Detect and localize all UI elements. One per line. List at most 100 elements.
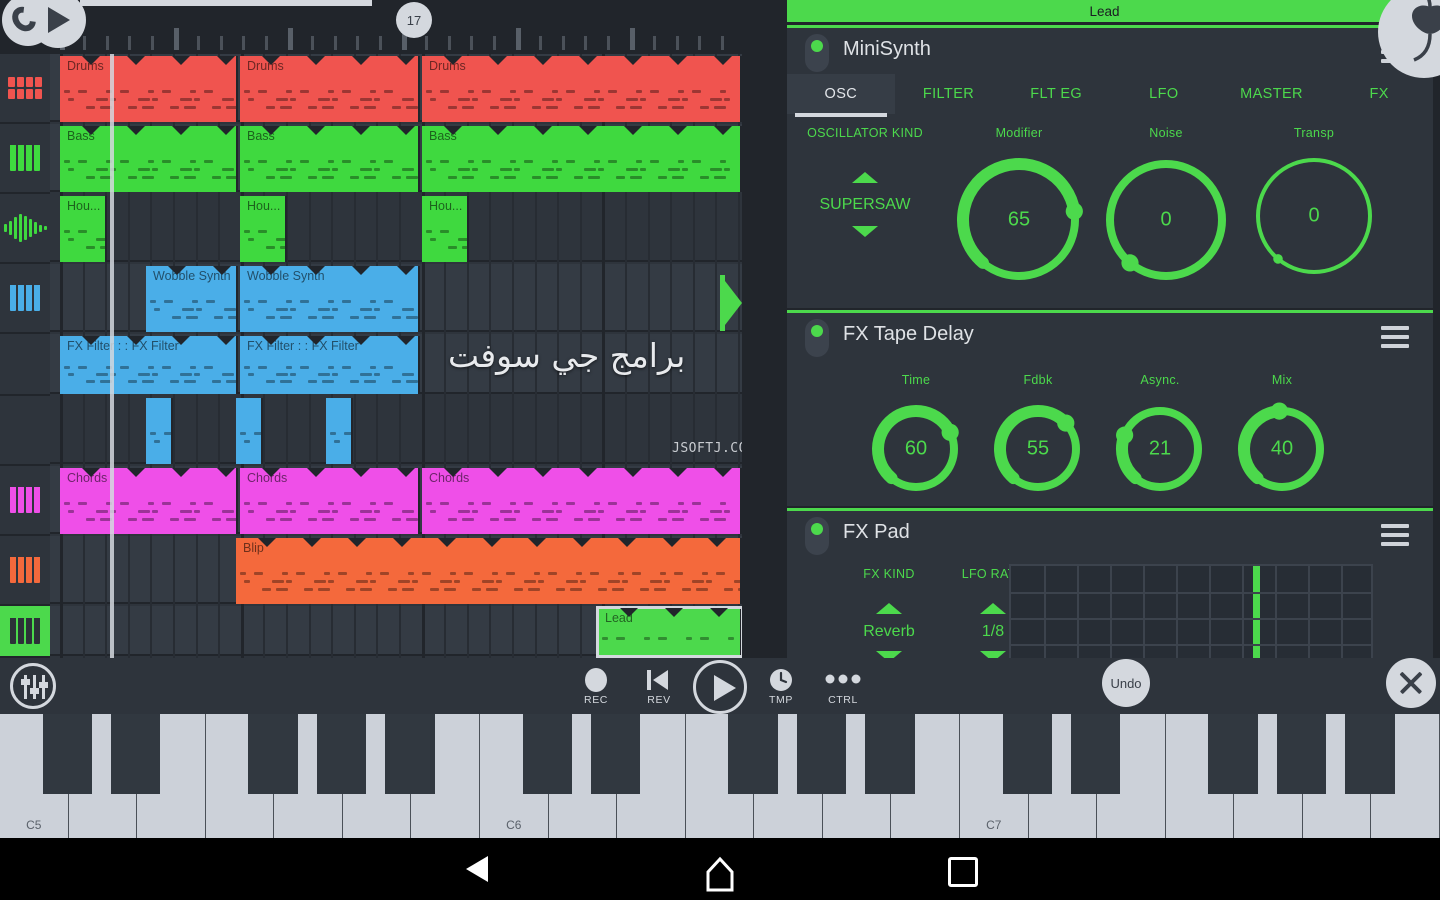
playlist-panel[interactable]: 17 Drums Drums Drums Bass Bass Bass Hou... Hou.… — [0, 0, 742, 658]
track-header[interactable] — [0, 54, 50, 124]
control-button[interactable]: CTRL — [822, 668, 864, 706]
mixer-faders-icon[interactable] — [10, 663, 56, 709]
play-button[interactable] — [693, 660, 747, 714]
android-navigation-bar[interactable] — [0, 838, 1440, 900]
piano-black-key[interactable] — [316, 714, 367, 794]
playhead-cursor-icon[interactable] — [2, 0, 88, 48]
tempo-button[interactable]: TMP — [765, 668, 797, 706]
playlist-clip[interactable]: Chords — [422, 468, 742, 534]
playlist-scroll-thumb[interactable] — [80, 0, 372, 6]
android-home-icon[interactable] — [700, 854, 740, 894]
expand-right-arrow-icon[interactable] — [720, 275, 742, 331]
lfo-rate-value[interactable]: 1/8 — [982, 623, 1004, 641]
playlist-clip[interactable]: Drums — [60, 56, 238, 122]
piano-black-key[interactable] — [111, 714, 161, 794]
playlist-clip[interactable]: Bass — [60, 126, 238, 192]
transport-bar[interactable]: REC REV TMP CTRL — [0, 658, 1440, 714]
osc-kind-up-icon[interactable] — [852, 172, 878, 183]
piano-black-key[interactable] — [42, 714, 92, 794]
piano-black-key[interactable] — [1071, 714, 1121, 794]
close-x-icon[interactable] — [1386, 658, 1436, 708]
record-button[interactable]: REC — [578, 668, 614, 706]
playlist-clip[interactable]: Drums — [240, 56, 420, 122]
piano-black-key[interactable] — [1276, 714, 1327, 794]
playlist-clip[interactable]: Bass — [422, 126, 742, 192]
clip-notch — [352, 56, 370, 65]
piano-keyboard[interactable]: C5 C6 C7 — [0, 714, 1440, 838]
tab-filter[interactable]: FILTER — [895, 74, 1003, 114]
track-header[interactable] — [0, 606, 50, 658]
osc-kind-down-icon[interactable] — [852, 226, 878, 237]
playlist-clip[interactable]: Chords — [60, 468, 238, 534]
piano-black-key[interactable] — [591, 714, 641, 794]
tab-flt-eg[interactable]: FLT EG — [1002, 74, 1110, 114]
timeline-ruler[interactable] — [0, 8, 742, 54]
clip-notch — [669, 56, 687, 65]
lfo-rate-up-icon[interactable] — [980, 603, 1006, 614]
playlist-clip[interactable]: Blip — [236, 538, 742, 604]
tab-fx[interactable]: FX — [1325, 74, 1433, 114]
playlist-clip[interactable]: Hou... — [240, 196, 287, 262]
playlist-clip[interactable] — [146, 398, 173, 464]
hamburger-menu-icon[interactable] — [1381, 524, 1409, 551]
instrument-panel[interactable]: Lead MiniSynth OSC FILTER FLT EG LFO MASTER F… — [742, 0, 1440, 669]
playlist-clip[interactable]: Hou... — [422, 196, 469, 262]
playlist-clip[interactable]: Lead — [596, 606, 742, 658]
track-header[interactable] — [0, 124, 50, 194]
track-header[interactable] — [0, 194, 50, 264]
track-header-column[interactable] — [0, 54, 50, 658]
power-toggle-icon[interactable] — [805, 34, 829, 72]
piano-black-key[interactable] — [385, 714, 435, 794]
android-back-icon[interactable] — [466, 856, 488, 882]
track-header[interactable] — [0, 536, 50, 606]
rewind-button[interactable]: REV — [641, 668, 677, 706]
playlist-clip[interactable]: Wobble Synth — [146, 266, 238, 332]
fx-pad-module[interactable]: FX Pad FX KIND Reverb LFO RATE 1/8 — [787, 511, 1433, 669]
piano-black-key[interactable] — [1345, 714, 1395, 794]
piano-black-key[interactable] — [248, 714, 298, 794]
playlist-clip[interactable]: Chords — [240, 468, 420, 534]
tab-master[interactable]: MASTER — [1218, 74, 1326, 114]
track-header[interactable] — [0, 466, 50, 536]
playlist-clip[interactable]: FX Filter : : FX Filter — [60, 336, 238, 394]
track-header[interactable] — [0, 396, 50, 466]
playlist-clip[interactable]: Bass — [240, 126, 420, 192]
channel-name-bar[interactable]: Lead — [787, 0, 1422, 22]
track-header[interactable] — [0, 334, 50, 396]
osc-kind-value[interactable]: SUPERSAW — [820, 196, 911, 214]
undo-button[interactable]: Undo — [1102, 659, 1150, 707]
hamburger-menu-icon[interactable] — [1381, 326, 1409, 353]
piano-black-key[interactable] — [865, 714, 915, 794]
track-header[interactable] — [0, 264, 50, 334]
playlist-lane[interactable] — [50, 194, 742, 262]
power-toggle-icon[interactable] — [805, 319, 829, 357]
bar-position-marker[interactable]: 17 — [396, 2, 432, 38]
piano-black-key[interactable] — [522, 714, 572, 794]
playlist-scroll-track[interactable] — [0, 0, 742, 8]
power-toggle-icon[interactable] — [805, 517, 829, 555]
android-recents-icon[interactable] — [948, 857, 978, 887]
fx-kind-up-icon[interactable] — [876, 603, 902, 614]
playlist-clip[interactable]: Drums — [422, 56, 742, 122]
tape-delay-module[interactable]: FX Tape Delay Time 60 Fdbk 55 Async. 21 Mix 40 — [787, 313, 1433, 506]
synth-tab-bar[interactable]: OSC FILTER FLT EG LFO MASTER FX — [787, 74, 1433, 117]
playlist-clip[interactable] — [326, 398, 353, 464]
piano-black-key[interactable] — [1002, 714, 1052, 794]
tab-osc[interactable]: OSC — [787, 74, 895, 117]
fx-kind-value[interactable]: Reverb — [863, 623, 915, 641]
xy-pad[interactable] — [1009, 564, 1373, 669]
piano-black-key[interactable] — [1208, 714, 1258, 794]
piano-black-key[interactable] — [796, 714, 847, 794]
playlist-clip[interactable]: FX Filter : : FX Filter — [240, 336, 420, 394]
tab-lfo[interactable]: LFO — [1110, 74, 1218, 114]
clip-notch — [172, 126, 190, 135]
tape-delay-knobs[interactable]: Time 60 Fdbk 55 Async. 21 Mix 40 — [787, 359, 1433, 506]
piano-black-key[interactable] — [728, 714, 778, 794]
clip-notch — [534, 126, 552, 135]
playlist-clip[interactable]: Wobble Synth — [240, 266, 420, 332]
oscillator-controls[interactable]: OSCILLATOR KIND SUPERSAW Modifier 65 Noise… — [787, 114, 1433, 304]
minisynth-module[interactable]: MiniSynth OSC FILTER FLT EG LFO MASTER FX OSC… — [787, 28, 1433, 308]
ruler-tick — [151, 36, 155, 50]
playlist-clip[interactable] — [236, 398, 263, 464]
playlist-clip[interactable]: Hou... — [60, 196, 107, 262]
